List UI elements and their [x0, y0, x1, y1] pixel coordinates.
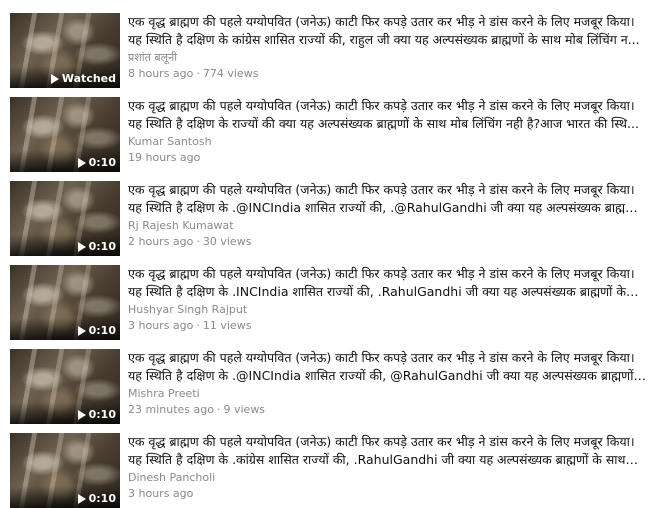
play-icon — [77, 325, 86, 336]
upload-age: 23 minutes ago — [128, 403, 214, 416]
upload-age: 3 hours ago — [128, 319, 194, 332]
video-thumbnail[interactable]: 0:10 — [10, 181, 120, 256]
video-meta: 3 hours ago — [128, 486, 648, 502]
meta-separator: · — [216, 403, 221, 416]
video-result-item[interactable]: 0:10 एक वृद्ध ब्राह्मण की पहले यग्योपवित… — [0, 424, 651, 508]
play-icon — [50, 73, 59, 84]
video-title-link[interactable]: एक वृद्ध ब्राह्मण की पहले यग्योपवित (जने… — [128, 433, 648, 469]
video-thumbnail[interactable]: 0:10 — [10, 349, 120, 424]
channel-name[interactable]: Rj Rajesh Kumawat — [128, 218, 648, 234]
video-meta: 23 minutes ago · 9 views — [128, 402, 648, 418]
duration-label: 0:10 — [88, 408, 116, 421]
duration-badge: 0:10 — [77, 240, 116, 253]
channel-name[interactable]: Kumar Santosh — [128, 134, 648, 150]
play-icon — [77, 493, 86, 504]
meta-separator: · — [196, 319, 200, 332]
channel-name[interactable]: Mishra Preeti — [128, 386, 648, 402]
duration-badge: 0:10 — [77, 324, 116, 337]
duration-label: 0:10 — [88, 324, 116, 337]
duration-badge: 0:10 — [77, 408, 116, 421]
video-results-list: Watched एक वृद्ध ब्राह्मण की पहले यग्योप… — [0, 0, 651, 508]
play-icon — [77, 241, 86, 252]
video-result-item[interactable]: Watched एक वृद्ध ब्राह्मण की पहले यग्योप… — [0, 4, 651, 88]
upload-age: 2 hours ago — [128, 235, 194, 248]
meta-separator: · — [196, 235, 200, 248]
view-count: 30 views — [202, 235, 252, 248]
channel-name[interactable]: Dinesh Pancholi — [128, 470, 648, 486]
channel-name[interactable]: प्रशांत बलूनी — [128, 50, 648, 66]
channel-name[interactable]: Hushyar Singh Rajput — [128, 302, 648, 318]
meta-separator: · — [196, 67, 200, 80]
play-icon — [77, 157, 86, 168]
video-result-item[interactable]: 0:10 एक वृद्ध ब्राह्मण की पहले यग्योपवित… — [0, 88, 651, 172]
video-meta: 3 hours ago · 11 views — [128, 318, 648, 334]
video-result-item[interactable]: 0:10 एक वृद्ध ब्राह्मण की पहले यग्योपवित… — [0, 172, 651, 256]
duration-badge: 0:10 — [77, 156, 116, 169]
video-thumbnail[interactable]: 0:10 — [10, 97, 120, 172]
video-thumbnail[interactable]: Watched — [10, 13, 120, 88]
video-title-link[interactable]: एक वृद्ध ब्राह्मण की पहले यग्योपवित (जने… — [128, 13, 648, 49]
video-title-link[interactable]: एक वृद्ध ब्राह्मण की पहले यग्योपवित (जने… — [128, 97, 648, 133]
upload-age: 8 hours ago — [128, 67, 194, 80]
video-thumbnail[interactable]: 0:10 — [10, 433, 120, 508]
duration-label: 0:10 — [88, 156, 116, 169]
video-meta: 2 hours ago · 30 views — [128, 234, 648, 250]
video-result-item[interactable]: 0:10 एक वृद्ध ब्राह्मण की पहले यग्योपवित… — [0, 340, 651, 424]
video-title-link[interactable]: एक वृद्ध ब्राह्मण की पहले यग्योपवित (जने… — [128, 265, 648, 301]
video-title-link[interactable]: एक वृद्ध ब्राह्मण की पहले यग्योपवित (जने… — [128, 349, 648, 385]
upload-age: 3 hours ago — [128, 487, 194, 500]
play-icon — [77, 409, 86, 420]
watched-badge: Watched — [50, 72, 116, 85]
upload-age: 19 hours ago — [128, 151, 201, 164]
video-result-item[interactable]: 0:10 एक वृद्ध ब्राह्मण की पहले यग्योपवित… — [0, 256, 651, 340]
video-meta: 8 hours ago · 774 views — [128, 66, 648, 82]
duration-badge: 0:10 — [77, 492, 116, 505]
watched-label: Watched — [61, 72, 116, 85]
duration-label: 0:10 — [88, 492, 116, 505]
duration-label: 0:10 — [88, 240, 116, 253]
view-count: 11 views — [202, 319, 252, 332]
view-count: 9 views — [223, 403, 266, 416]
video-thumbnail[interactable]: 0:10 — [10, 265, 120, 340]
video-meta: 19 hours ago — [128, 150, 648, 166]
video-title-link[interactable]: एक वृद्ध ब्राह्मण की पहले यग्योपवित (जने… — [128, 181, 648, 217]
view-count: 774 views — [202, 67, 259, 80]
